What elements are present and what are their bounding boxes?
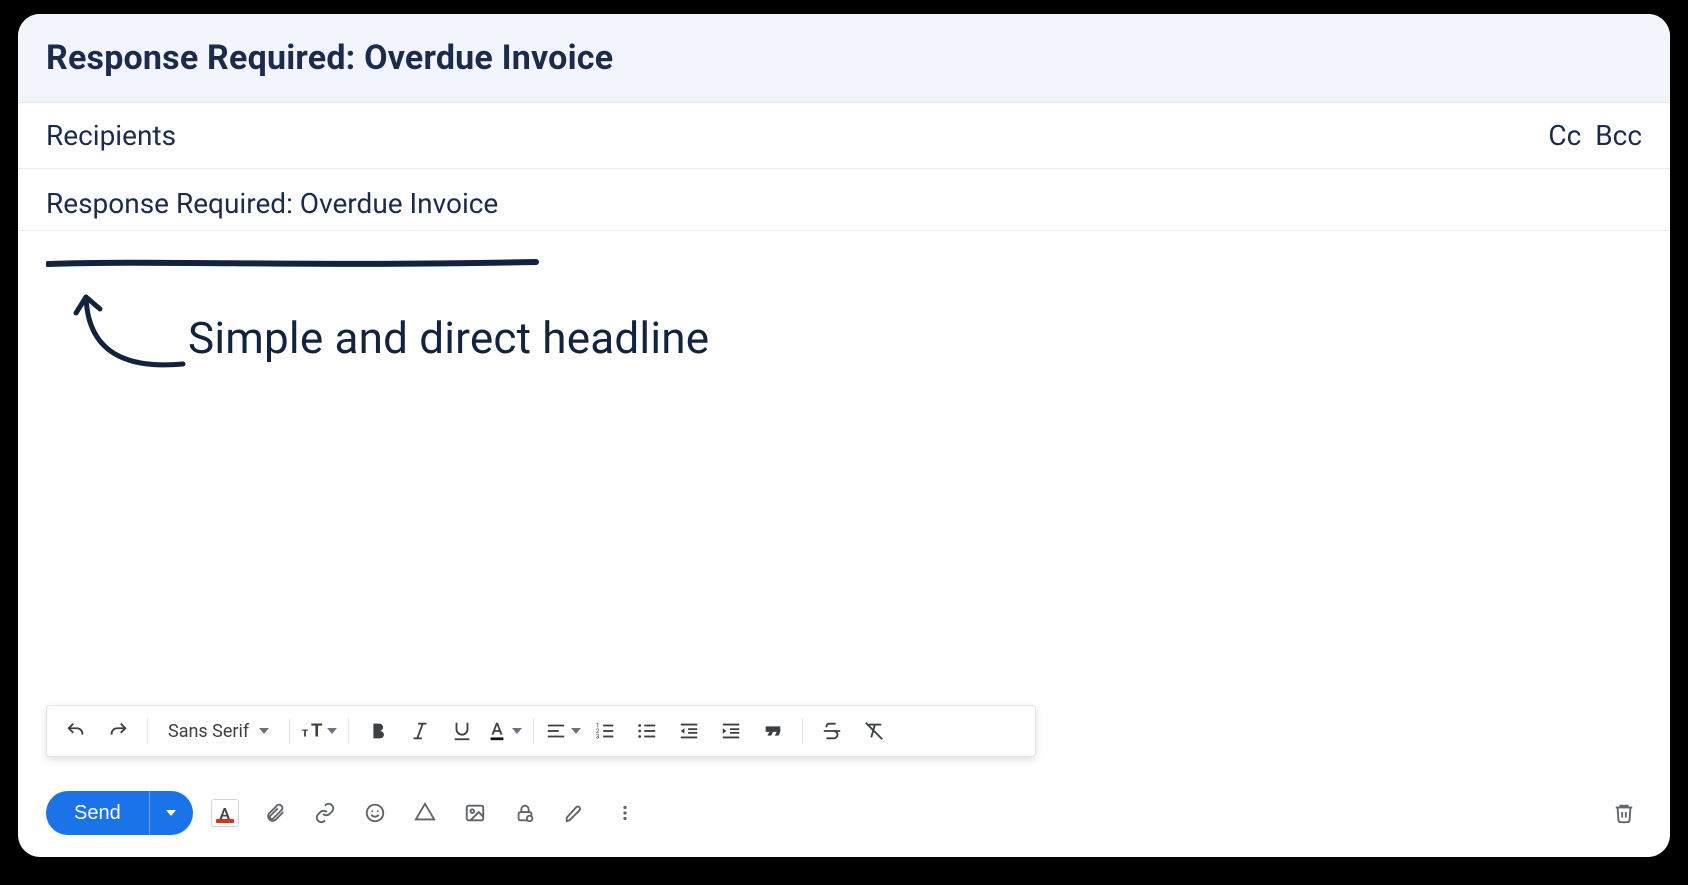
underline-icon[interactable] <box>443 714 481 748</box>
insert-link-icon[interactable] <box>307 795 343 831</box>
message-body[interactable] <box>18 231 1670 661</box>
subject-input[interactable]: Response Required: Overdue Invoice <box>18 169 1670 231</box>
remove-formatting-icon[interactable] <box>855 714 893 748</box>
chevron-down-icon <box>259 728 269 734</box>
bulleted-list-icon[interactable] <box>628 714 666 748</box>
text-color-icon[interactable] <box>485 714 523 748</box>
italic-icon[interactable] <box>401 714 439 748</box>
compose-action-bar: Send A <box>46 791 1642 835</box>
formatting-options-button[interactable]: A <box>207 795 243 831</box>
send-button[interactable]: Send <box>46 791 149 835</box>
separator <box>348 718 349 744</box>
annotation-text: Simple and direct headline <box>188 312 709 364</box>
svg-text:3: 3 <box>596 732 600 740</box>
svg-text:т: т <box>302 725 308 740</box>
formatting-toolbar: Sans Serif тT 123 <box>46 705 1036 757</box>
indent-less-icon[interactable] <box>670 714 708 748</box>
strikethrough-icon[interactable] <box>813 714 851 748</box>
insert-signature-icon[interactable] <box>557 795 593 831</box>
subject-value: Response Required: Overdue Invoice <box>46 187 498 220</box>
bcc-button[interactable]: Bcc <box>1595 119 1642 152</box>
more-options-icon[interactable] <box>607 795 643 831</box>
chevron-down-icon <box>571 728 581 734</box>
undo-icon[interactable] <box>57 714 95 748</box>
bold-icon[interactable] <box>359 714 397 748</box>
chevron-down-icon <box>512 728 522 734</box>
attach-file-icon[interactable] <box>257 795 293 831</box>
compose-title: Response Required: Overdue Invoice <box>46 38 1642 78</box>
separator <box>147 718 148 744</box>
confidential-mode-icon[interactable] <box>507 795 543 831</box>
insert-photo-icon[interactable] <box>457 795 493 831</box>
quote-icon[interactable] <box>754 714 792 748</box>
redo-icon[interactable] <box>99 714 137 748</box>
compose-window: Response Required: Overdue Invoice Recip… <box>18 14 1670 857</box>
cc-button[interactable]: Cc <box>1548 119 1581 152</box>
separator <box>289 718 290 744</box>
send-options-button[interactable] <box>149 791 193 835</box>
separator <box>802 718 803 744</box>
align-icon[interactable] <box>544 714 582 748</box>
recipients-row[interactable]: Recipients Cc Bcc <box>18 103 1670 169</box>
compose-titlebar: Response Required: Overdue Invoice <box>18 14 1670 103</box>
insert-emoji-icon[interactable] <box>357 795 393 831</box>
numbered-list-icon[interactable]: 123 <box>586 714 624 748</box>
font-family-select[interactable]: Sans Serif <box>158 721 279 742</box>
discard-draft-icon[interactable] <box>1606 795 1642 831</box>
svg-text:T: T <box>311 720 322 741</box>
chevron-down-icon <box>166 810 176 816</box>
recipients-label: Recipients <box>46 119 176 152</box>
insert-drive-icon[interactable] <box>407 795 443 831</box>
font-family-label: Sans Serif <box>168 721 249 742</box>
send-button-group: Send <box>46 791 193 835</box>
font-size-icon[interactable]: тT <box>300 714 338 748</box>
chevron-down-icon <box>327 728 337 734</box>
indent-more-icon[interactable] <box>712 714 750 748</box>
separator <box>533 718 534 744</box>
